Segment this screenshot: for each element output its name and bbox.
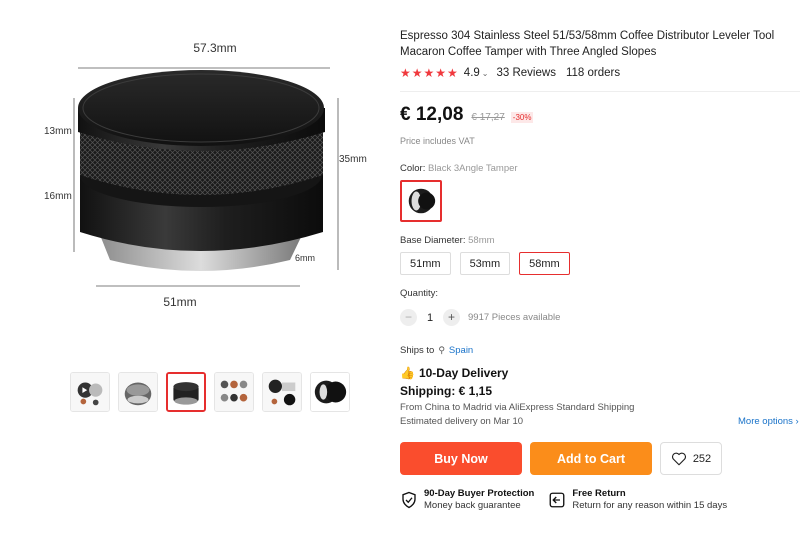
vat-note: Price includes VAT (400, 136, 475, 146)
size-option-53mm[interactable]: 53mm (459, 252, 511, 275)
star-rating-icon: ★★★★★ (400, 66, 459, 80)
divider (400, 91, 800, 92)
fast-delivery-icon: 👍 (400, 366, 415, 380)
color-selected: Black 3Angle Tamper (427, 163, 518, 174)
buy-now-button[interactable]: Buy Now (400, 442, 522, 475)
location-pin-icon: ⚲ (438, 345, 445, 355)
chevron-down-icon[interactable]: ⌄ (482, 69, 489, 78)
dim-top-label: 57.3mm (193, 41, 236, 55)
free-return-subtitle: Return for any reason within 15 days (572, 500, 728, 511)
current-price: € 12,08 (400, 104, 464, 125)
delivery-row: 👍 10-Day Delivery (400, 366, 508, 380)
product-title: Espresso 304 Stainless Steel 51/53/58mm … (400, 30, 775, 58)
dim-upper-label: 13mm (44, 126, 72, 137)
reviews-link[interactable]: 33 Reviews (497, 67, 556, 79)
original-price: € 17,27 (471, 112, 505, 123)
return-icon (549, 492, 565, 508)
more-options-link[interactable]: More options › (738, 416, 799, 427)
action-buttons: Buy Now Add to Cart 252 (400, 442, 722, 475)
dim-base-label: 6mm (295, 253, 315, 263)
thumbnail[interactable] (214, 372, 254, 412)
shield-check-icon (402, 491, 416, 509)
color-label: Color: (400, 163, 426, 174)
base-diameter-label-row: Base Diameter: 58mm (400, 235, 495, 246)
heart-icon (671, 452, 686, 465)
wishlist-button[interactable]: 252 (660, 442, 722, 475)
stock-available: 9917 Pieces available (468, 312, 561, 323)
ships-to-destination[interactable]: Spain (449, 345, 473, 356)
thumbnail[interactable] (70, 372, 110, 412)
base-diameter-selected: 58mm (468, 235, 495, 246)
add-to-cart-button[interactable]: Add to Cart (530, 442, 652, 475)
more-options-label: More options (738, 416, 793, 427)
buyer-protection: 90-Day Buyer Protection Money back guara… (400, 488, 534, 512)
ships-to-row: Ships to ⚲ Spain (400, 345, 473, 356)
product-gallery: 57.3mm 13mm 16mm 35mm 6mm 51mm (0, 0, 390, 539)
dim-middle-label: 16mm (44, 191, 72, 202)
size-option-58mm[interactable]: 58mm (519, 252, 570, 275)
thumbnail-strip (70, 372, 350, 412)
rating-row: ★★★★★ 4.9 ⌄ 33 Reviews 118 orders (400, 66, 620, 80)
shipping-cost: Shipping: € 1,15 (400, 384, 493, 398)
free-return: Free Return Return for any reason within… (548, 488, 727, 512)
product-details: Espresso 304 Stainless Steel 51/53/58mm … (400, 0, 800, 539)
orders-count: 118 orders (565, 67, 621, 79)
quantity-label: Quantity: (400, 288, 439, 299)
quantity-increase-button[interactable]: + (443, 309, 460, 326)
wishlist-count: 252 (692, 452, 712, 465)
quantity-value[interactable]: 1 (417, 312, 443, 324)
size-option-51mm[interactable]: 51mm (400, 252, 451, 275)
buyer-protection-subtitle: Money back guarantee (424, 500, 521, 511)
buyer-protection-title: 90-Day Buyer Protection (424, 488, 535, 499)
thumbnail[interactable] (310, 372, 350, 412)
dim-bottom-label: 51mm (163, 295, 196, 309)
estimated-delivery: Estimated delivery on Mar 10 (400, 416, 524, 427)
ships-to-label: Ships to (400, 345, 435, 356)
dim-height-label: 35mm (339, 154, 367, 165)
shipping-route: From China to Madrid via AliExpress Stan… (400, 402, 635, 413)
thumbnail-active[interactable] (166, 372, 206, 412)
delivery-time: 10-Day Delivery (418, 366, 509, 380)
quantity-decrease-button[interactable]: − (400, 309, 417, 326)
color-label-row: Color: Black 3Angle Tamper (400, 163, 518, 174)
thumbnail[interactable] (262, 372, 302, 412)
base-diameter-label: Base Diameter: (400, 235, 466, 246)
discount-badge: -30% (510, 112, 534, 123)
thumbnail[interactable] (118, 372, 158, 412)
guarantees: 90-Day Buyer Protection Money back guara… (400, 488, 727, 512)
rating-value: 4.9 (463, 67, 480, 79)
free-return-title: Free Return (572, 488, 626, 499)
main-product-image[interactable]: 57.3mm 13mm 16mm 35mm 6mm 51mm (30, 20, 370, 350)
quantity-stepper: − 1 + 9917 Pieces available (400, 309, 560, 326)
color-option-black[interactable] (400, 180, 442, 222)
size-options: 51mm 53mm 58mm (400, 252, 570, 275)
price-row: € 12,08 € 17,27 -30% (400, 104, 534, 126)
